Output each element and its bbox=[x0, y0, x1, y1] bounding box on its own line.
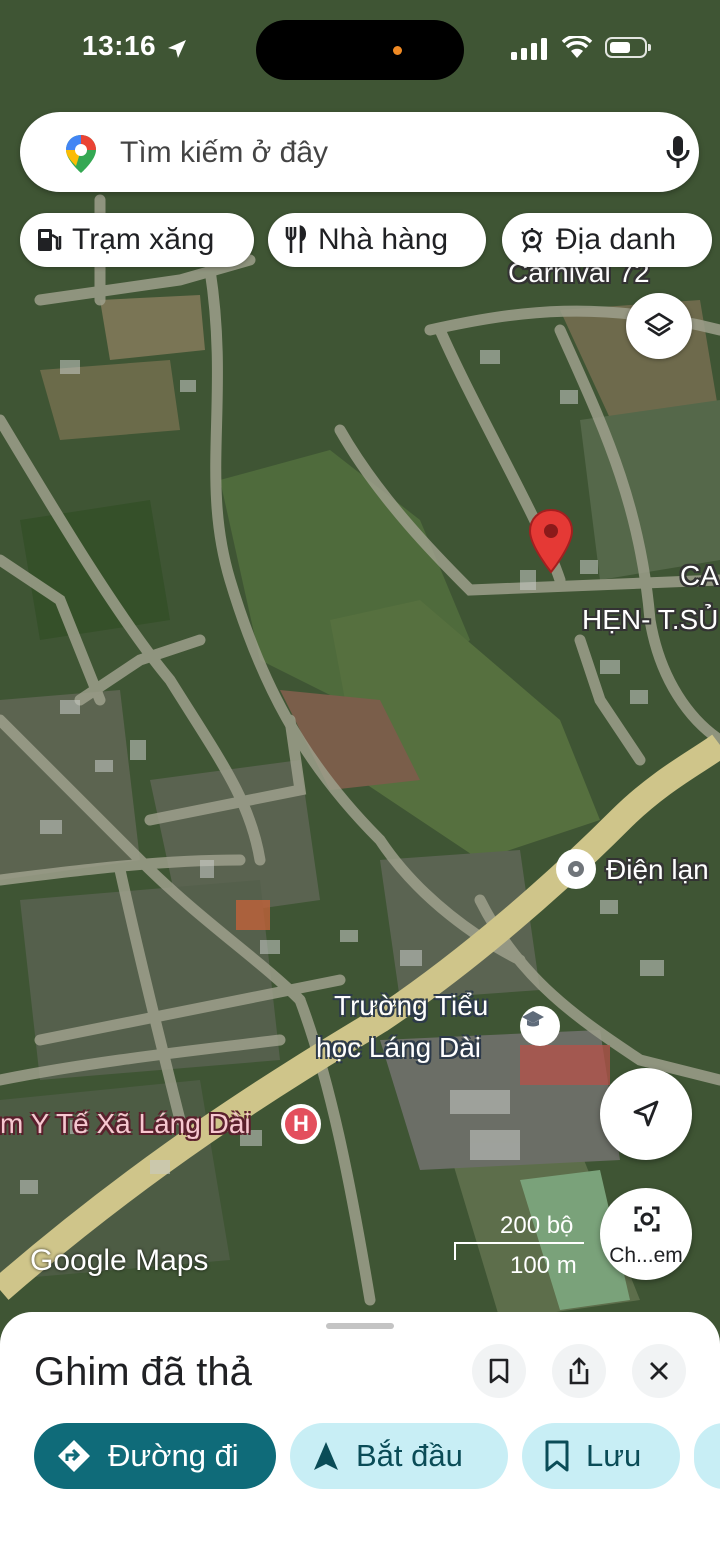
wifi-icon bbox=[561, 36, 593, 58]
map-label-hen[interactable]: HẸN- T.SỦ bbox=[582, 604, 718, 636]
search-placeholder[interactable]: Tìm kiếm ở đây bbox=[120, 136, 328, 170]
sheet-title: Ghim đã thả bbox=[34, 1350, 252, 1394]
close-icon bbox=[650, 1362, 668, 1380]
bottom-sheet[interactable]: Ghim đã thả Đường đi Bắt đầu Lưu bbox=[0, 1312, 720, 1560]
dropped-pin-icon[interactable] bbox=[528, 508, 574, 574]
restaurant-icon bbox=[284, 225, 308, 255]
navigation-arrow-icon bbox=[633, 1100, 659, 1127]
map-label-dien[interactable]: Điện lạn bbox=[606, 854, 709, 886]
directions-icon bbox=[56, 1438, 92, 1474]
more-actions-button[interactable] bbox=[694, 1423, 720, 1489]
place-marker-icon[interactable] bbox=[556, 849, 596, 889]
bookmark-icon bbox=[544, 1440, 570, 1472]
save-button[interactable]: Lưu bbox=[522, 1423, 680, 1489]
hospital-icon[interactable]: H bbox=[281, 1104, 321, 1144]
sheet-drag-handle[interactable] bbox=[326, 1323, 394, 1329]
search-bar[interactable]: Tìm kiếm ở đây bbox=[20, 112, 699, 192]
status-bar: 13:16 bbox=[0, 0, 720, 95]
gas-station-icon bbox=[36, 226, 62, 254]
signal-icon bbox=[511, 38, 547, 60]
google-maps-attribution: Google Maps bbox=[30, 1244, 209, 1277]
lens-label: Ch...em bbox=[609, 1244, 683, 1267]
my-location-button[interactable] bbox=[600, 1068, 692, 1160]
map-label-health[interactable]: m Y Tế Xã Láng Dài bbox=[0, 1108, 251, 1140]
start-button[interactable]: Bắt đầu bbox=[290, 1423, 508, 1489]
dynamic-island bbox=[256, 20, 464, 80]
share-icon bbox=[569, 1357, 589, 1385]
chip-label: Nhà hàng bbox=[318, 223, 449, 256]
camera-lens-icon bbox=[634, 1206, 660, 1232]
scale-bottom-label: 100 m bbox=[510, 1252, 577, 1279]
start-label: Bắt đầu bbox=[356, 1438, 463, 1473]
landmark-icon bbox=[518, 226, 546, 254]
layers-icon bbox=[644, 312, 674, 337]
chip-gas-station[interactable]: Trạm xăng bbox=[20, 213, 254, 267]
location-arrow-icon bbox=[168, 40, 186, 58]
navigation-icon bbox=[312, 1440, 340, 1472]
school-icon[interactable] bbox=[520, 1006, 560, 1046]
map-label-ca[interactable]: CA bbox=[680, 560, 719, 592]
map-label-school-line2[interactable]: học Láng Dài bbox=[316, 1032, 481, 1064]
microphone-icon[interactable] bbox=[665, 134, 691, 170]
status-time: 13:16 bbox=[82, 30, 157, 61]
save-label: Lưu bbox=[586, 1438, 642, 1473]
save-icon-button[interactable] bbox=[472, 1344, 526, 1398]
google-maps-logo-icon bbox=[66, 135, 96, 173]
directions-label: Đường đi bbox=[108, 1438, 239, 1473]
directions-button[interactable]: Đường đi bbox=[34, 1423, 276, 1489]
map-label-school-line1[interactable]: Trường Tiểu bbox=[334, 990, 488, 1022]
chip-label: Trạm xăng bbox=[72, 223, 215, 256]
scale-top-label: 200 bộ bbox=[500, 1212, 574, 1239]
chip-label: Địa danh bbox=[556, 223, 677, 256]
bookmark-icon bbox=[489, 1358, 509, 1384]
lens-button[interactable]: Ch...em bbox=[600, 1188, 692, 1280]
close-button[interactable] bbox=[632, 1344, 686, 1398]
layers-button[interactable] bbox=[626, 293, 692, 359]
chip-landmark[interactable]: Địa danh bbox=[502, 213, 712, 267]
chip-restaurant[interactable]: Nhà hàng bbox=[268, 213, 486, 267]
share-button[interactable] bbox=[552, 1344, 606, 1398]
battery-icon bbox=[605, 37, 651, 58]
